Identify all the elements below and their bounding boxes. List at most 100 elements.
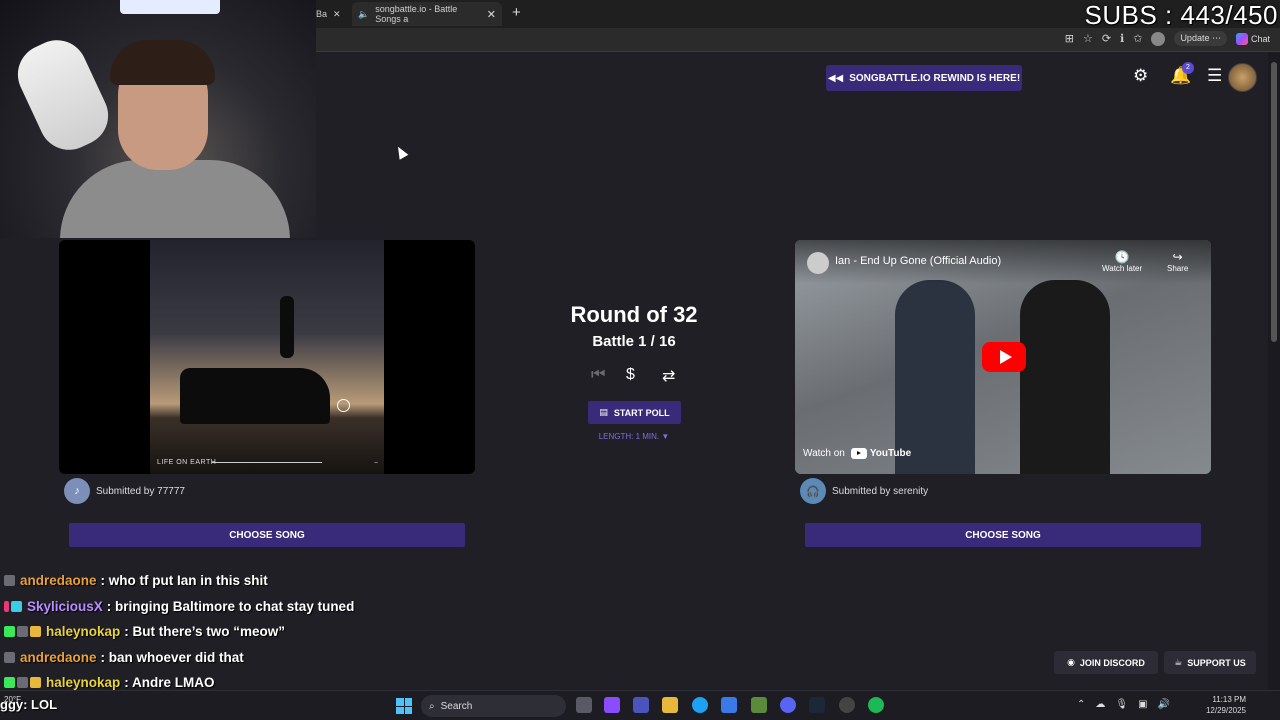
album-signature: ~	[373, 460, 378, 467]
close-icon[interactable]: ✕	[487, 8, 496, 21]
copilot-app-icon[interactable]	[604, 697, 620, 713]
album-artwork: LIFE ON EARTH ~	[150, 240, 384, 474]
chat-badges	[4, 677, 41, 689]
settings-gear-icon[interactable]: ⚙	[1133, 66, 1148, 86]
shuffle-icon[interactable]: ⇄	[662, 366, 675, 386]
clock-icon: 🕓	[1114, 250, 1130, 264]
spotify-icon[interactable]	[868, 697, 884, 713]
chat-partial-line: ggy: LOL	[0, 697, 58, 712]
length-dropdown[interactable]: LENGTH: 1 MIN. ▼	[534, 432, 734, 441]
support-us-button[interactable]: ☕ SUPPORT US	[1164, 651, 1256, 674]
page-scrollbar[interactable]	[1268, 52, 1280, 692]
watch-later-button[interactable]: 🕓 Watch later	[1102, 250, 1142, 273]
favorites-icon[interactable]: ✩	[1133, 32, 1142, 45]
store-icon[interactable]	[721, 697, 737, 713]
poll-icon: ▤	[599, 407, 608, 417]
loading-spinner-icon	[337, 399, 350, 412]
youtube-play-button[interactable]	[982, 342, 1026, 372]
album-car	[180, 368, 330, 424]
file-explorer-icon[interactable]	[662, 697, 678, 713]
obs-icon[interactable]	[839, 697, 855, 713]
clock-date: 12/29/2025	[1205, 706, 1246, 715]
chat-text: : Andre LMAO	[124, 675, 215, 691]
submitter-avatar: 🎧	[800, 478, 826, 504]
chat-label: Chat	[1250, 33, 1270, 44]
chat-username: andredaone	[20, 649, 97, 665]
video-title[interactable]: Ian - End Up Gone (Official Audio)	[835, 255, 1001, 267]
microphone-icon[interactable]: 🎙	[1115, 699, 1128, 710]
update-button[interactable]: Update ⋯	[1174, 31, 1227, 46]
tab-background[interactable]: Ba ✕	[316, 2, 346, 26]
task-view-icon[interactable]	[576, 697, 592, 713]
rewind-label: SONGBATTLE.IO REWIND IS HERE!	[849, 72, 1021, 84]
scrollbar-thumb[interactable]	[1271, 62, 1277, 342]
chat-badges	[4, 600, 22, 612]
chat-text: : ban whoever did that	[100, 649, 244, 665]
new-tab-button[interactable]: +	[512, 4, 521, 21]
submitted-by-text: Submitted by 77777	[96, 485, 185, 497]
rewind-banner-button[interactable]: ◀◀ SONGBATTLE.IO REWIND IS HERE!	[826, 65, 1022, 91]
choose-label: CHOOSE SONG	[965, 529, 1041, 541]
share-button[interactable]: ↪ Share	[1167, 250, 1188, 273]
right-submitter: 🎧 Submitted by serenity	[800, 478, 928, 504]
close-icon[interactable]: ✕	[333, 9, 341, 20]
copilot-chat-button[interactable]: Chat	[1235, 32, 1270, 45]
chat-message-text: But there’s two “meow”	[132, 624, 286, 640]
copilot-icon	[1235, 32, 1248, 45]
watch-on-youtube-link[interactable]: Watch on YouTube	[803, 448, 911, 459]
donate-icon[interactable]: $	[626, 366, 635, 384]
choose-right-song-button[interactable]: CHOOSE SONG	[805, 523, 1201, 547]
chat-message: SkyliciousX : bringing Baltimore to chat…	[4, 594, 524, 620]
notification-badge: 2	[1182, 62, 1194, 74]
rewind-icon: ◀◀	[827, 72, 844, 84]
steam-icon[interactable]	[809, 697, 825, 713]
join-discord-label: JOIN DISCORD	[1079, 657, 1145, 668]
video-person-left	[895, 280, 975, 474]
support-us-label: SUPPORT US	[1187, 657, 1246, 668]
extensions-icon[interactable]: ⟳	[1102, 32, 1111, 45]
chat-message-text: Andre LMAO	[132, 675, 215, 691]
round-title: Round of 32	[570, 302, 698, 327]
update-label: Update	[1180, 33, 1210, 43]
chat-message: haleynokap : But there’s two “meow”	[4, 619, 524, 645]
edge-browser-icon[interactable]	[692, 697, 708, 713]
taskbar-search[interactable]: ⌕ Search	[421, 695, 566, 717]
submitter-avatar: ♪	[64, 478, 90, 504]
album-divider	[212, 462, 322, 463]
start-poll-button[interactable]: ▤ START POLL	[588, 401, 681, 424]
profile-avatar[interactable]	[1151, 31, 1166, 46]
previous-battle-icon[interactable]: ⏮	[591, 366, 605, 384]
discord-app-icon[interactable]	[780, 697, 796, 713]
app-icon[interactable]	[751, 697, 767, 713]
chevron-up-icon[interactable]: ⌃	[1077, 699, 1085, 710]
favorite-star-icon[interactable]: ☆	[1083, 32, 1093, 45]
network-icon[interactable]: ▣	[1138, 699, 1147, 710]
webcam-feed	[0, 0, 316, 238]
volume-icon[interactable]: 🔊	[1158, 699, 1170, 710]
youtube-logo: YouTube	[850, 448, 911, 459]
watch-on-label: Watch on	[803, 448, 845, 459]
tab-songbattle[interactable]: 🔈 songbattle.io - Battle Songs a ✕	[352, 2, 502, 26]
user-avatar[interactable]	[1228, 63, 1257, 92]
support-icon: ☕	[1174, 657, 1183, 667]
chat-message-text: bringing Baltimore to chat stay tuned	[115, 598, 355, 614]
right-song-player[interactable]: Ian - End Up Gone (Official Audio) 🕓 Wat…	[795, 240, 1211, 474]
join-discord-button[interactable]: ◉ JOIN DISCORD	[1054, 651, 1158, 674]
search-icon: ⌕	[429, 700, 435, 712]
address-bar: ⊞ ☆ ⟳ ℹ ✩ Update ⋯ Chat	[316, 28, 1280, 52]
choose-left-song-button[interactable]: CHOOSE SONG	[69, 523, 465, 547]
system-tray: ⌃ ☁ 🎙 ▣ 🔊	[1077, 699, 1170, 710]
split-screen-icon[interactable]: ⊞	[1065, 32, 1074, 45]
read-aloud-icon[interactable]: ℹ	[1120, 32, 1124, 45]
share-icon: ↪	[1172, 250, 1183, 264]
system-clock[interactable]: 11:13 PM 12/29/2025	[1206, 694, 1246, 716]
windows-start-icon[interactable]	[396, 698, 412, 714]
album-title: LIFE ON EARTH	[157, 459, 217, 466]
channel-avatar[interactable]	[807, 252, 829, 274]
cloud-icon[interactable]: ☁	[1095, 699, 1105, 710]
left-song-player[interactable]: LIFE ON EARTH ~	[59, 240, 475, 474]
ring-light	[120, 0, 220, 14]
teams-icon[interactable]	[633, 697, 649, 713]
chat-text: : But there’s two “meow”	[124, 624, 286, 640]
menu-hamburger-icon[interactable]: ☰	[1207, 66, 1222, 86]
